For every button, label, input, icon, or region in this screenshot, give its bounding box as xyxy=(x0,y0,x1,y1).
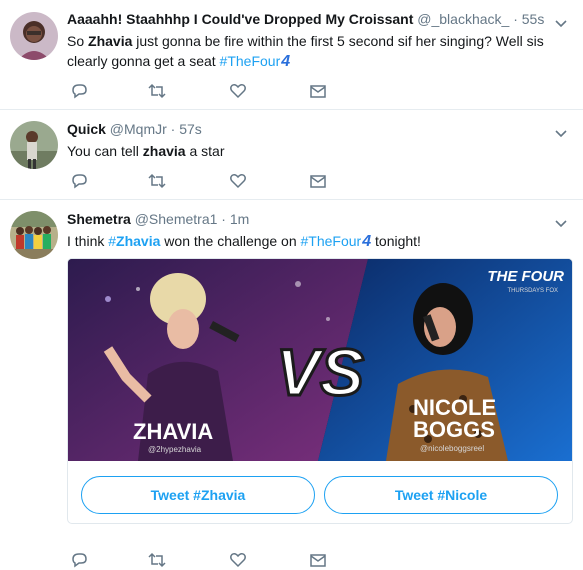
display-name[interactable]: Quick xyxy=(67,121,106,137)
vs-poster-image[interactable]: VS ZHAVIA @2hypezhavia NICOLE BOGGS @nic… xyxy=(68,259,572,461)
direct-message-icon[interactable] xyxy=(308,550,328,570)
like-icon[interactable] xyxy=(228,81,248,101)
avatar[interactable] xyxy=(10,12,58,60)
right-contestant-handle: @nicoleboggsreel xyxy=(420,444,484,453)
tweet-text: You can tell zhavia a star xyxy=(67,143,225,159)
caret-down-icon[interactable] xyxy=(553,125,569,141)
tweet-text: I think #Zhavia won the challenge on #Th… xyxy=(67,233,421,250)
avatar[interactable] xyxy=(10,121,58,169)
thefour-emoji: 4 xyxy=(362,233,372,250)
caret-down-icon[interactable] xyxy=(553,15,569,31)
retweet-icon[interactable] xyxy=(147,171,167,191)
caret-down-icon[interactable] xyxy=(553,215,569,231)
the-four-logo: THE FOUR xyxy=(487,268,564,285)
tweet-1[interactable]: Aaaahh! Staahhhp I Could've Dropped My C… xyxy=(0,0,583,110)
right-contestant-name-line-2: BOGGS xyxy=(413,417,495,442)
vs-text: VS xyxy=(276,335,364,409)
user-handle[interactable]: @_blackhack_ xyxy=(417,11,509,27)
avatar[interactable] xyxy=(10,211,58,259)
like-icon[interactable] xyxy=(228,171,248,191)
display-name[interactable]: Aaaahh! Staahhhp I Could've Dropped My C… xyxy=(67,11,413,27)
retweet-icon[interactable] xyxy=(147,81,167,101)
reply-icon[interactable] xyxy=(69,550,89,570)
air-time-label: THURSDAYS FOX xyxy=(507,288,558,294)
thefour-emoji: 4 xyxy=(281,53,291,70)
media-card[interactable]: VS ZHAVIA @2hypezhavia NICOLE BOGGS @nic… xyxy=(67,258,573,524)
direct-message-icon[interactable] xyxy=(308,171,328,191)
timestamp[interactable]: 57s xyxy=(179,121,202,137)
tweet-3[interactable]: Shemetra @Shemetra1 · 1m I think #Zhavia… xyxy=(0,200,583,569)
hashtag-zhavia-link[interactable]: #Zhavia xyxy=(108,233,160,249)
display-name[interactable]: Shemetra xyxy=(67,211,131,227)
left-contestant-handle: @2hypezhavia xyxy=(148,445,202,454)
timestamp[interactable]: 1m xyxy=(230,211,249,227)
like-icon[interactable] xyxy=(228,550,248,570)
retweet-icon[interactable] xyxy=(147,550,167,570)
user-handle[interactable]: @MqmJr xyxy=(110,121,167,137)
hashtag-thefour-link[interactable]: #TheFour4 xyxy=(301,233,372,250)
tweet-zhavia-button[interactable]: Tweet #Zhavia xyxy=(81,476,315,514)
hashtag-link[interactable]: #TheFour4 xyxy=(220,53,291,70)
tweet-2[interactable]: Quick @MqmJr · 57s You can tell zhavia a… xyxy=(0,110,583,200)
tweet-text: So Zhavia just gonna be fire within the … xyxy=(67,33,544,70)
direct-message-icon[interactable] xyxy=(308,81,328,101)
tweet-nicole-button[interactable]: Tweet #Nicole xyxy=(324,476,558,514)
reply-icon[interactable] xyxy=(69,81,89,101)
left-contestant-name: ZHAVIA xyxy=(133,419,213,444)
timestamp[interactable]: 55s xyxy=(522,11,545,27)
reply-icon[interactable] xyxy=(69,171,89,191)
user-handle[interactable]: @Shemetra1 xyxy=(135,211,218,227)
